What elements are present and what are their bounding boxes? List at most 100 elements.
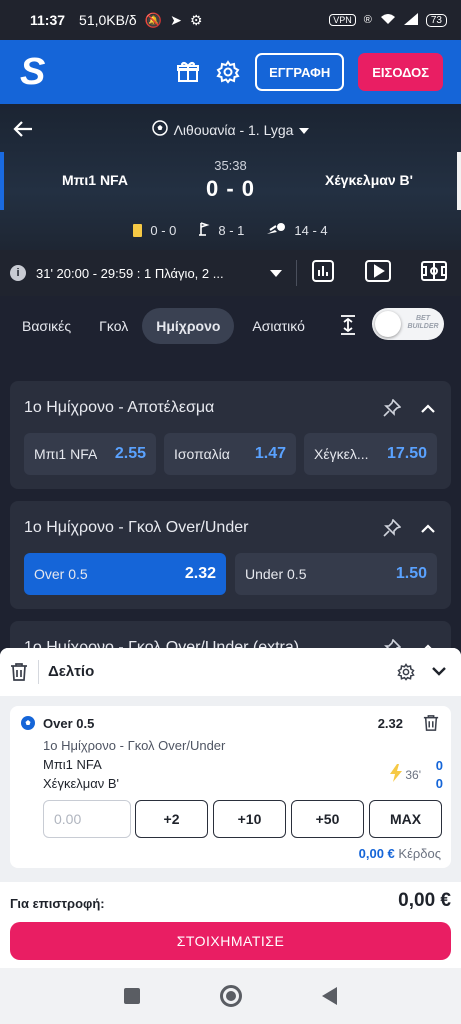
football-icon — [151, 120, 168, 139]
selection-away[interactable]: Χέγκελ... 17.50 — [304, 433, 437, 475]
live-event-text[interactable]: 31' 20:00 - 29:59 : 1 Πλάγιο, 2 ... — [36, 266, 256, 281]
bet-builder-label: BET BUILDER — [406, 315, 440, 331]
bet-home-team: Μπι1 NFA — [43, 757, 102, 772]
bet-builder-line1: BET — [416, 315, 430, 322]
profit-label: Κέρδος — [398, 846, 441, 861]
stats-chart-icon[interactable] — [311, 259, 335, 288]
tab-basic[interactable]: Βασικές — [22, 318, 71, 334]
settings-gear-icon[interactable] — [215, 59, 241, 85]
quick-stake-2-button[interactable]: +2 — [135, 800, 208, 838]
selection-odd: 2.32 — [184, 565, 216, 582]
mute-icon: 🔕 — [144, 11, 163, 28]
vpn-icon: VPN — [329, 14, 356, 26]
bet-odd: 2.32 — [377, 716, 403, 731]
live-info-bar: i 31' 20:00 - 29:59 : 1 Πλάγιο, 2 ... — [0, 250, 461, 296]
remove-bet-icon[interactable] — [423, 714, 439, 737]
bet-builder-toggle[interactable]: BET BUILDER — [372, 308, 444, 340]
back-icon[interactable] — [322, 987, 337, 1005]
telegram-icon: ➤ — [170, 11, 182, 28]
gift-icon[interactable] — [175, 59, 201, 85]
lightning-icon — [389, 764, 403, 787]
tab-goals[interactable]: Γκολ — [99, 318, 128, 334]
market-title: 1ο Ημίχρονο - Γκολ Over/Under — [24, 519, 249, 536]
betslip-title: Δελτίο — [48, 663, 95, 680]
market-title: 1ο Ημίχρονο - Αποτέλεσμα — [24, 399, 215, 416]
league-name: Λιθουανία - 1. Lyga — [173, 121, 294, 138]
pin-icon[interactable] — [383, 398, 402, 417]
max-stake-button[interactable]: MAX — [369, 800, 442, 838]
selection-home[interactable]: Μπι1 NFA 2.55 — [24, 433, 156, 475]
recents-icon[interactable] — [124, 988, 140, 1004]
selection-label: Under 0.5 — [245, 566, 307, 582]
quick-stake-10-button[interactable]: +10 — [213, 800, 286, 838]
selection-label: Μπι1 NFA — [34, 446, 98, 462]
caret-down-icon[interactable] — [270, 269, 282, 277]
stat-corners: 8 - 1 — [198, 222, 244, 239]
tab-half-time[interactable]: Ημίχρονο — [142, 308, 235, 344]
bet-market: 1ο Ημίχρονο - Γκολ Over/Under — [43, 738, 226, 753]
tab-asian[interactable]: Ασιατικό — [252, 318, 304, 334]
home-icon[interactable] — [220, 985, 242, 1007]
selection-odd: 1.47 — [254, 445, 286, 462]
caret-down-icon — [299, 122, 310, 138]
brand-logo[interactable]: S — [20, 53, 52, 91]
settings-icon: ⚙ — [189, 11, 203, 28]
stake-input[interactable]: 0.00 — [43, 800, 131, 838]
match-stats: 0 - 0 8 - 1 14 - 4 — [0, 222, 461, 239]
corner-flag-icon — [198, 222, 210, 239]
wifi-icon — [380, 13, 396, 28]
selection-odd: 17.50 — [386, 445, 427, 462]
bet-score-home: 0 — [435, 758, 443, 773]
attack-icon — [266, 222, 286, 239]
info-icon: i — [10, 265, 26, 281]
league-selector[interactable]: Λιθουανία - 1. Lyga — [0, 120, 461, 139]
bet-card: Over 0.5 2.32 1ο Ημίχρονο - Γκολ Over/Un… — [10, 706, 451, 868]
selection-label: Χέγκελ... — [314, 446, 369, 462]
chevron-up-icon[interactable] — [421, 401, 435, 415]
cards-value: 0 - 0 — [150, 223, 177, 238]
toggle-knob — [375, 311, 401, 337]
selection-draw[interactable]: Ισοπαλία 1.47 — [164, 433, 296, 475]
divider — [296, 260, 297, 286]
status-network-speed: 51,0KB/δ — [79, 12, 137, 28]
selection-odd: 1.50 — [395, 565, 427, 582]
registered-icon: ® — [363, 14, 372, 26]
stat-cards: 0 - 0 — [133, 223, 176, 238]
football-icon — [20, 715, 36, 731]
divider — [38, 660, 39, 684]
selection-over[interactable]: Over 0.5 2.32 — [24, 553, 226, 595]
match-clock: 35:38 — [214, 158, 247, 173]
bet-selection: Over 0.5 — [43, 716, 95, 731]
market-card: 1ο Ημίχρονο - Αποτέλεσμα Μπι1 NFA 2.55 Ι… — [10, 381, 451, 489]
match-header: Λιθουανία - 1. Lyga Μπι1 NFA 35:38 0 - 0… — [0, 104, 461, 250]
bet-builder-line2: BUILDER — [407, 323, 439, 330]
settings-gear-icon[interactable] — [397, 663, 415, 686]
profit-value: 0,00 € — [358, 846, 395, 861]
pin-icon[interactable] — [383, 518, 402, 537]
yellow-card-icon — [133, 224, 143, 237]
stat-attacks: 14 - 4 — [266, 222, 328, 239]
corners-value: 8 - 1 — [218, 223, 245, 238]
battery-icon: 73 — [425, 13, 447, 27]
bet-away-team: Χέγκελμαν Β' — [43, 776, 120, 791]
place-bet-button[interactable]: ΣΤΟΙΧΗΜΑΤΙΣΕ — [10, 922, 451, 960]
quick-stake-50-button[interactable]: +50 — [291, 800, 364, 838]
trash-icon[interactable] — [10, 662, 28, 687]
profit-summary: 0,00 € Κέρδος — [359, 846, 441, 861]
away-team-name: Χέγκελμαν Β' — [325, 172, 413, 188]
login-button[interactable]: ΕΙΣΟΔΟΣ — [358, 53, 443, 91]
video-play-icon[interactable] — [365, 259, 391, 287]
selection-label: Over 0.5 — [34, 566, 88, 582]
collapse-all-icon[interactable] — [340, 314, 356, 339]
selection-label: Ισοπαλία — [174, 446, 230, 462]
register-button[interactable]: ΕΓΓΡΑΦΗ — [255, 53, 345, 91]
return-label: Για επιστροφή: — [10, 896, 105, 911]
status-bar: 11:37 51,0KB/δ 🔕 ➤ ⚙ VPN ® 73 — [0, 0, 461, 40]
system-nav-bar — [0, 968, 461, 1024]
chevron-up-icon[interactable] — [421, 521, 435, 535]
chevron-down-icon[interactable] — [431, 664, 447, 682]
selection-under[interactable]: Under 0.5 1.50 — [235, 553, 437, 595]
pitch-icon[interactable] — [421, 260, 447, 286]
market-tabs: Βασικές Γκολ Ημίχρονο Ασιατικό BET BUILD… — [0, 296, 461, 356]
attacks-value: 14 - 4 — [294, 223, 328, 238]
